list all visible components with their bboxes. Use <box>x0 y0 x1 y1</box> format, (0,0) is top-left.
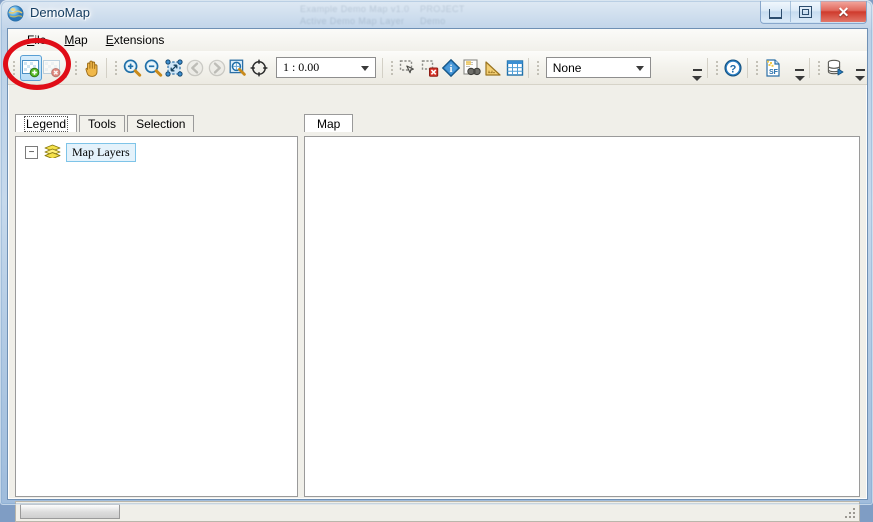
tree-row-map-layers[interactable]: − Map Layers <box>16 137 297 162</box>
tab-selection[interactable]: Selection <box>127 115 195 132</box>
tab-map[interactable]: Map <box>304 114 354 132</box>
toolbar-separator-7 <box>809 57 811 78</box>
pan-button[interactable] <box>81 55 102 81</box>
close-icon: ✕ <box>837 3 850 20</box>
resize-grip-icon[interactable] <box>843 506 855 518</box>
tab-map-label: Map <box>317 116 341 131</box>
minimize-icon <box>769 8 782 19</box>
map-panel-tabstrip: Map <box>304 114 355 132</box>
toolbar-grip-5[interactable] <box>535 58 542 78</box>
progress-bar <box>20 504 120 519</box>
shapefile-button[interactable]: SF <box>762 55 783 81</box>
center-target-button[interactable] <box>249 55 270 81</box>
add-layer-button[interactable] <box>19 54 42 81</box>
status-bar <box>15 501 860 522</box>
toolbar-grip-2[interactable] <box>73 58 80 78</box>
toolbar-separator-6 <box>746 57 748 78</box>
left-panel-tabstrip: Legend Tools Selection <box>15 114 196 132</box>
toolbar-separator-5 <box>706 57 708 78</box>
zoom-in-button[interactable] <box>121 55 142 81</box>
close-button[interactable]: ✕ <box>821 1 866 22</box>
svg-text:SF: SF <box>769 69 779 76</box>
scale-combo[interactable]: 1 : 0.00 <box>275 57 377 78</box>
measure-button[interactable] <box>483 55 504 81</box>
clear-selection-button[interactable] <box>419 55 440 81</box>
tab-tools[interactable]: Tools <box>79 115 126 132</box>
toolbar-separator-2 <box>105 57 107 78</box>
legend-panel: − Map Layers <box>15 136 298 497</box>
select-button[interactable] <box>398 55 419 81</box>
tree-expander-icon[interactable]: − <box>25 146 38 159</box>
toolbar-grip-6[interactable] <box>714 58 721 78</box>
client-area: File Map Extensions 1: 0.00 i None ? SF… <box>7 28 868 522</box>
help-button[interactable]: ? <box>722 55 743 81</box>
svg-text:i: i <box>449 64 452 75</box>
globe-icon <box>7 5 24 22</box>
tab-legend-label: Legend <box>24 115 69 132</box>
toolbar-grip-8[interactable] <box>816 58 823 78</box>
toolbar-overflow-3[interactable] <box>854 55 867 81</box>
menu-extensions[interactable]: Extensions <box>97 30 174 50</box>
menu-map[interactable]: Map <box>55 30 96 50</box>
caption-button-group: ✕ <box>760 1 867 24</box>
tab-tools-label: Tools <box>88 117 117 131</box>
attribute-table-button[interactable] <box>504 55 525 81</box>
identify-button[interactable]: i <box>440 55 461 81</box>
active-layer-combo[interactable]: None <box>545 57 651 78</box>
chevron-down-icon <box>361 66 370 71</box>
toolbar-grip[interactable] <box>11 58 18 78</box>
title-bar[interactable]: DemoMap ✕ <box>0 0 873 28</box>
tree-node-label[interactable]: Map Layers <box>66 143 136 162</box>
tab-selection-label: Selection <box>136 117 186 131</box>
maximize-button[interactable] <box>791 1 821 22</box>
menu-file[interactable]: File <box>18 30 55 50</box>
zoom-next-button[interactable] <box>206 55 227 81</box>
minimize-button[interactable] <box>761 1 791 22</box>
toolbar-overflow-1[interactable] <box>691 55 704 81</box>
toolbar-grip-4[interactable] <box>389 58 396 78</box>
toolbar-separator-1 <box>65 57 67 78</box>
active-layer-combo-value: None <box>552 60 582 75</box>
menu-bar: File Map Extensions <box>8 29 867 51</box>
toolbar-separator-3 <box>382 57 384 78</box>
zoom-full-extent-button[interactable] <box>163 55 184 81</box>
toolbar-grip-3[interactable] <box>112 58 119 78</box>
window-title: DemoMap <box>30 5 90 20</box>
find-button[interactable] <box>461 55 482 81</box>
map-canvas[interactable] <box>304 136 860 497</box>
zoom-out-button[interactable] <box>142 55 163 81</box>
maximize-icon <box>799 5 812 18</box>
chevron-down-icon-2 <box>635 66 644 71</box>
svg-text:?: ? <box>730 63 737 75</box>
tab-legend[interactable]: Legend <box>15 114 78 132</box>
application-window: Example Demo Map v1.0 PROJECT Active Dem… <box>0 0 873 522</box>
remove-layer-button[interactable] <box>42 55 63 81</box>
toolbar-overflow-2[interactable] <box>793 55 806 81</box>
zoom-to-layer-button[interactable] <box>227 55 248 81</box>
main-toolbar: 1 : 0.00 i None ? SF <box>8 51 867 85</box>
toolbar-separator-4 <box>528 57 530 78</box>
scale-combo-value: 1 : 0.00 <box>282 60 320 74</box>
zoom-previous-button[interactable] <box>185 55 206 81</box>
layers-stack-icon <box>44 144 61 161</box>
database-button[interactable] <box>825 55 846 81</box>
toolbar-grip-7[interactable] <box>753 58 760 78</box>
